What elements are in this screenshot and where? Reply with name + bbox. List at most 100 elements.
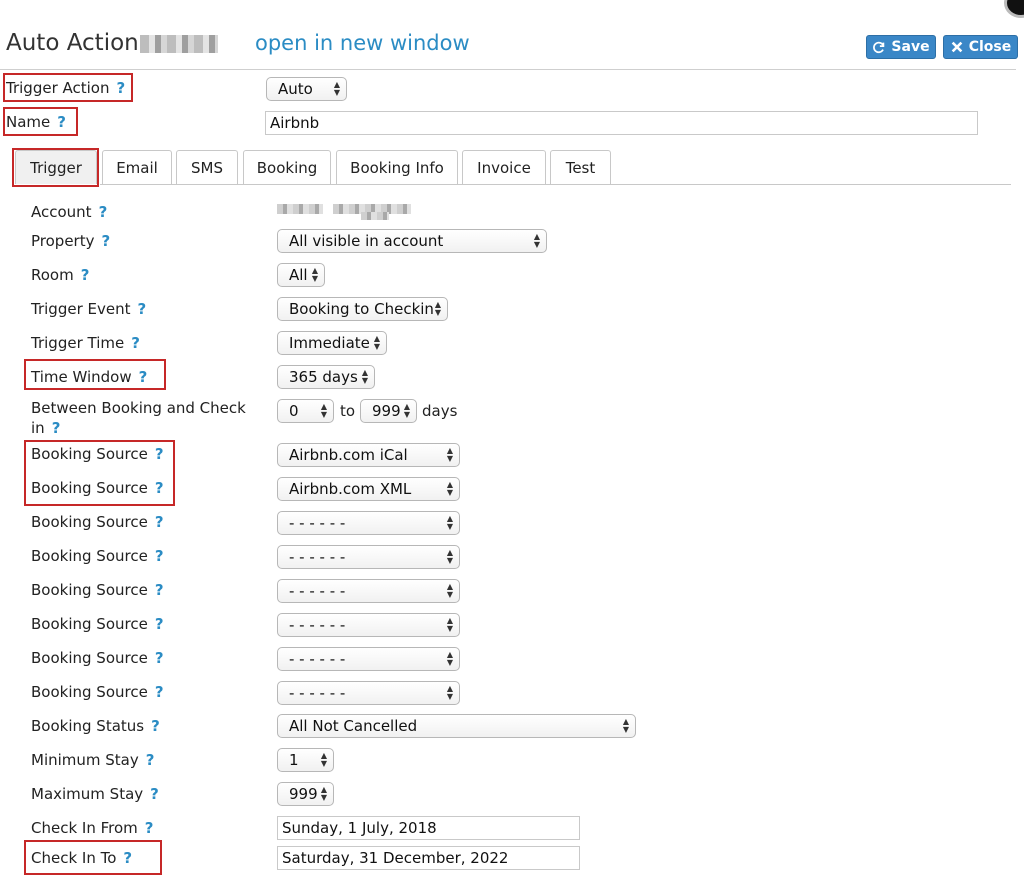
booking-source-select-3[interactable]: - - - - - - ▲ ▼ <box>277 511 460 535</box>
help-icon[interactable]: ? <box>155 479 164 497</box>
property-label: Property <box>31 232 95 250</box>
room-value: All <box>289 266 308 284</box>
min-stay-label-row: Minimum Stay? <box>31 751 154 769</box>
trigger-time-label: Trigger Time <box>31 334 125 352</box>
booking-source-label-row: Booking Source? <box>31 479 164 497</box>
trigger-time-select[interactable]: Immediate ▲ ▼ <box>277 331 387 355</box>
help-icon[interactable]: ? <box>155 581 164 599</box>
help-icon[interactable]: ? <box>139 368 148 386</box>
help-icon[interactable]: ? <box>146 751 155 769</box>
min-stay-select[interactable]: 1 ▲ ▼ <box>277 748 334 772</box>
booking-source-label: Booking Source <box>31 615 148 633</box>
tab-invoice[interactable]: Invoice <box>462 150 546 184</box>
name-label-row: Name? <box>6 113 66 131</box>
select-arrows-icon: ▲ ▼ <box>446 548 453 565</box>
help-icon[interactable]: ? <box>123 849 132 867</box>
window-corner-icon <box>1004 0 1024 18</box>
redacted-title-id <box>140 35 218 53</box>
between-label-line1: Between Booking and Check <box>31 399 246 417</box>
select-arrows-icon: ▲ ▼ <box>373 334 380 351</box>
trigger-event-select[interactable]: Booking to Checkin ▲ ▼ <box>277 297 448 321</box>
time-window-label-row: Time Window? <box>31 368 147 386</box>
max-stay-label-row: Maximum Stay? <box>31 785 159 803</box>
redacted-account <box>277 204 323 214</box>
select-arrows-icon: ▲ ▼ <box>446 684 453 701</box>
help-icon[interactable]: ? <box>155 513 164 531</box>
tab-trigger[interactable]: Trigger <box>15 150 97 184</box>
select-arrows-icon: ▲ ▼ <box>320 785 327 802</box>
help-icon[interactable]: ? <box>81 266 90 284</box>
booking-source-select-1[interactable]: Airbnb.com iCal ▲ ▼ <box>277 443 460 467</box>
checkin-from-input[interactable]: Sunday, 1 July, 2018 <box>277 816 580 840</box>
time-window-label: Time Window <box>31 368 132 386</box>
max-stay-select[interactable]: 999 ▲ ▼ <box>277 782 334 806</box>
booking-status-label-row: Booking Status? <box>31 717 160 735</box>
help-icon[interactable]: ? <box>137 300 146 318</box>
booking-source-select-8[interactable]: - - - - - - ▲ ▼ <box>277 681 460 705</box>
checkin-to-input[interactable]: Saturday, 31 December, 2022 <box>277 846 580 870</box>
booking-source-label-row: Booking Source? <box>31 649 164 667</box>
property-label-row: Property? <box>31 232 110 250</box>
help-icon[interactable]: ? <box>155 547 164 565</box>
help-icon[interactable]: ? <box>155 649 164 667</box>
booking-source-select-4[interactable]: - - - - - - ▲ ▼ <box>277 545 460 569</box>
trigger-action-value: Auto <box>278 80 313 98</box>
room-label: Room <box>31 266 74 284</box>
select-arrows-icon: ▲ ▼ <box>361 368 368 385</box>
help-icon[interactable]: ? <box>131 334 140 352</box>
help-icon[interactable]: ? <box>99 203 108 221</box>
booking-source-select-2[interactable]: Airbnb.com XML ▲ ▼ <box>277 477 460 501</box>
between-unit: days <box>422 402 458 420</box>
save-button-label: Save <box>891 39 930 55</box>
help-icon[interactable]: ? <box>155 445 164 463</box>
save-button[interactable]: Save <box>866 35 936 59</box>
tab-booking-info[interactable]: Booking Info <box>336 150 458 184</box>
select-arrows-icon: ▲ ▼ <box>403 402 410 419</box>
help-icon[interactable]: ? <box>101 232 110 250</box>
booking-source-label-row: Booking Source? <box>31 683 164 701</box>
select-arrows-icon: ▲ ▼ <box>446 446 453 463</box>
time-window-select[interactable]: 365 days ▲ ▼ <box>277 365 375 389</box>
between-from-select[interactable]: 0 ▲ ▼ <box>277 399 334 423</box>
booking-source-label: Booking Source <box>31 581 148 599</box>
checkin-from-label-row: Check In From? <box>31 819 153 837</box>
open-in-new-window-link[interactable]: open in new window <box>255 31 470 55</box>
help-icon[interactable]: ? <box>155 615 164 633</box>
booking-source-value: - - - - - - <box>289 514 346 532</box>
close-button[interactable]: Close <box>943 35 1018 59</box>
booking-source-select-7[interactable]: - - - - - - ▲ ▼ <box>277 647 460 671</box>
tab-test[interactable]: Test <box>550 150 611 184</box>
select-arrows-icon: ▲ ▼ <box>320 751 327 768</box>
help-icon[interactable]: ? <box>57 113 66 131</box>
account-label: Account <box>31 203 92 221</box>
booking-status-select[interactable]: All Not Cancelled ▲ ▼ <box>277 714 636 738</box>
help-icon[interactable]: ? <box>151 717 160 735</box>
select-arrows-icon: ▲ ▼ <box>622 717 629 734</box>
help-icon[interactable]: ? <box>145 819 154 837</box>
tab-booking[interactable]: Booking <box>243 150 331 184</box>
booking-source-value: Airbnb.com XML <box>289 480 412 498</box>
room-select[interactable]: All ▲ ▼ <box>277 263 325 287</box>
help-icon[interactable]: ? <box>116 79 125 97</box>
booking-source-select-5[interactable]: - - - - - - ▲ ▼ <box>277 579 460 603</box>
select-arrows-icon: ▲ ▼ <box>533 232 540 249</box>
trigger-action-label: Trigger Action <box>6 79 110 97</box>
trigger-event-value: Booking to Checkin <box>289 300 434 318</box>
booking-source-label: Booking Source <box>31 649 148 667</box>
between-from-value: 0 <box>289 402 299 420</box>
booking-source-label-row: Booking Source? <box>31 581 164 599</box>
tab-sms[interactable]: SMS <box>176 150 238 184</box>
select-arrows-icon: ▲ ▼ <box>311 266 318 283</box>
between-to-select[interactable]: 999 ▲ ▼ <box>360 399 417 423</box>
trigger-action-select[interactable]: Auto ▲ ▼ <box>266 77 347 101</box>
name-input[interactable]: Airbnb <box>265 111 978 135</box>
help-icon[interactable]: ? <box>155 683 164 701</box>
page-title: Auto Action <box>6 30 139 56</box>
booking-source-label: Booking Source <box>31 513 148 531</box>
property-select[interactable]: All visible in account ▲ ▼ <box>277 229 547 253</box>
booking-source-select-6[interactable]: - - - - - - ▲ ▼ <box>277 613 460 637</box>
tab-email[interactable]: Email <box>102 150 172 184</box>
help-icon[interactable]: ? <box>52 419 61 437</box>
tab-divider <box>100 184 1011 185</box>
help-icon[interactable]: ? <box>150 785 159 803</box>
